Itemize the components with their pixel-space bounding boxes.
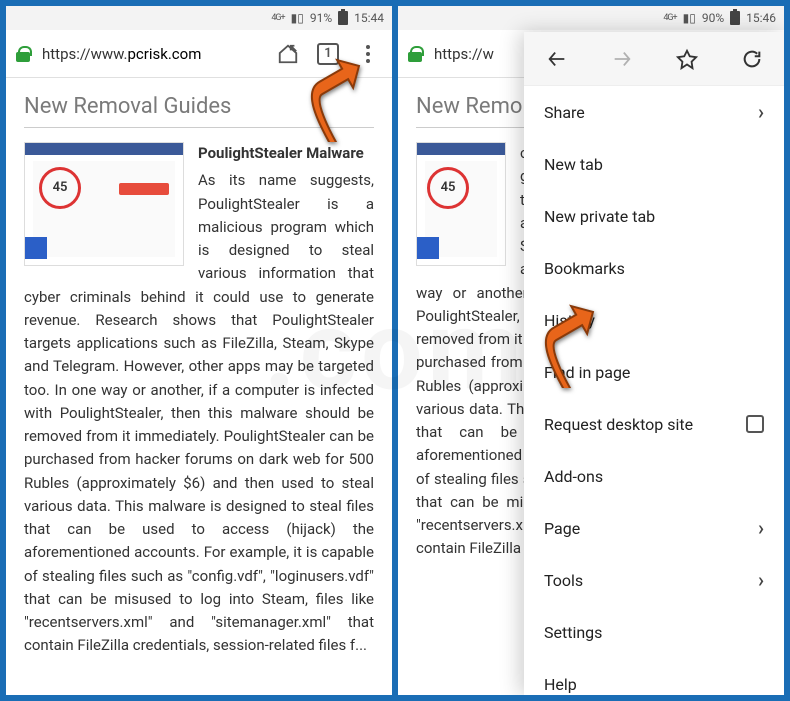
menu-item-request-desktop[interactable]: Request desktop site [524,398,784,450]
lock-icon [16,46,30,62]
menu-item-settings[interactable]: Settings [524,606,784,658]
menu-item-new-tab[interactable]: New tab [524,138,784,190]
article-block: 45 PoulightStealer Malware As its name s… [24,142,374,658]
menu-item-bookmarks[interactable]: Bookmarks [524,242,784,294]
battery-icon [730,11,740,25]
menu-nav-row [524,32,784,86]
chevron-right-icon: › [758,516,764,540]
checkbox-icon[interactable] [746,415,764,433]
bookmark-star-icon[interactable] [675,47,699,71]
menu-list: Share› New tab New private tab Bookmarks… [524,86,784,695]
url-text: https://www.pcrisk.com [42,45,262,63]
menu-item-tools[interactable]: Tools› [524,554,784,606]
battery-percent: 90% [702,11,724,25]
thumb-score: 45 [427,167,469,209]
lock-icon [408,46,422,62]
tutorial-arrow-history [542,304,614,388]
menu-item-new-private-tab[interactable]: New private tab [524,190,784,242]
chevron-right-icon: › [758,568,764,592]
tutorial-arrow-menu [308,58,380,142]
battery-percent: 91% [310,11,332,25]
network-indicator: 4G+ [271,13,284,23]
article-thumbnail[interactable]: 45 [416,142,506,266]
menu-item-help[interactable]: Help [524,658,784,695]
status-bar: 4G+ ▮▯ 90% 15:46 [398,6,784,30]
status-bar: 4G+ ▮▯ 91% 15:44 [6,6,392,30]
menu-item-add-ons[interactable]: Add-ons [524,450,784,502]
signal-icon: ▮▯ [683,11,696,25]
network-indicator: 4G+ [663,13,676,23]
signal-icon: ▮▯ [291,11,304,25]
clock: 15:46 [746,11,776,25]
screenshot-left: 4G+ ▮▯ 91% 15:44 https://www.pcrisk.com … [6,6,392,695]
home-icon[interactable] [274,40,302,68]
chevron-right-icon: › [758,100,764,124]
back-icon[interactable] [545,47,569,71]
screenshot-right: 4G+ ▮▯ 90% 15:46 https://w New Remo 45 c… [398,6,784,695]
menu-item-share[interactable]: Share› [524,86,784,138]
page-content: New Removal Guides 45 PoulightStealer Ma… [6,78,392,695]
forward-icon [610,47,634,71]
reload-icon[interactable] [740,47,764,71]
article-thumbnail[interactable]: 45 [24,142,184,266]
thumb-score: 45 [39,167,81,209]
menu-item-page[interactable]: Page› [524,502,784,554]
clock: 15:44 [354,11,384,25]
battery-icon [338,11,348,25]
